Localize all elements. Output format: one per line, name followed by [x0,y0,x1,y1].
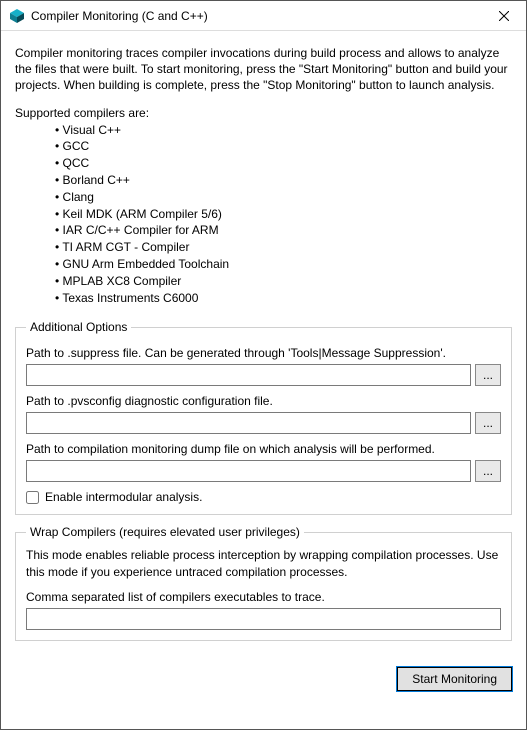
supported-compilers-label: Supported compilers are: [15,106,512,120]
wrap-compilers-group: Wrap Compilers (requires elevated user p… [15,525,512,640]
dialog-content: Compiler monitoring traces compiler invo… [1,31,526,661]
suppress-path-label: Path to .suppress file. Can be generated… [26,346,501,360]
list-item: GCC [55,138,512,155]
list-item: QCC [55,155,512,172]
titlebar: Compiler Monitoring (C and C++) [1,1,526,31]
compilers-list-input[interactable] [26,608,501,630]
window-title: Compiler Monitoring (C and C++) [31,9,481,23]
close-button[interactable] [481,1,526,31]
pvsconfig-path-label: Path to .pvsconfig diagnostic configurat… [26,394,501,408]
list-item: TI ARM CGT - Compiler [55,239,512,256]
dialog-footer: Start Monitoring [1,661,526,701]
wrap-description: This mode enables reliable process inter… [26,547,501,579]
compilers-list-label: Comma separated list of compilers execut… [26,590,501,604]
list-item: MPLAB XC8 Compiler [55,273,512,290]
intro-text: Compiler monitoring traces compiler invo… [15,45,512,94]
list-item: Visual C++ [55,122,512,139]
intermodular-label: Enable intermodular analysis. [45,490,202,504]
intermodular-checkbox[interactable] [26,491,39,504]
dump-path-input[interactable] [26,460,471,482]
suppress-path-input[interactable] [26,364,471,386]
start-monitoring-button[interactable]: Start Monitoring [397,667,512,691]
pvsconfig-path-input[interactable] [26,412,471,434]
compiler-list: Visual C++ GCC QCC Borland C++ Clang Kei… [15,122,512,307]
list-item: Borland C++ [55,172,512,189]
list-item: Clang [55,189,512,206]
list-item: GNU Arm Embedded Toolchain [55,256,512,273]
list-item: Keil MDK (ARM Compiler 5/6) [55,206,512,223]
additional-options-legend: Additional Options [26,320,131,334]
app-icon [9,8,25,24]
wrap-compilers-legend: Wrap Compilers (requires elevated user p… [26,525,304,539]
additional-options-group: Additional Options Path to .suppress fil… [15,320,512,515]
dump-browse-button[interactable]: ... [475,460,501,482]
list-item: IAR C/C++ Compiler for ARM [55,222,512,239]
dump-path-label: Path to compilation monitoring dump file… [26,442,501,456]
pvsconfig-browse-button[interactable]: ... [475,412,501,434]
suppress-browse-button[interactable]: ... [475,364,501,386]
list-item: Texas Instruments C6000 [55,290,512,307]
